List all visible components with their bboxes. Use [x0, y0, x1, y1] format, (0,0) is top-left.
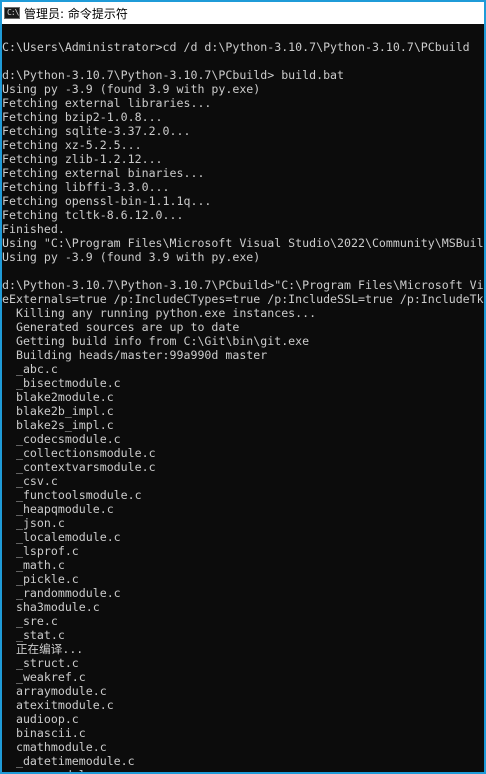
console-line: _lsprof.c [2, 544, 79, 558]
console-line: Killing any running python.exe instances… [2, 306, 317, 320]
console-line: Fetching openssl-bin-1.1.1q... [2, 194, 212, 208]
title-bar[interactable]: C:\ 管理员: 命令提示符 [2, 2, 484, 24]
console-line: blake2module.c [2, 390, 114, 404]
console-line: Fetching external libraries... [2, 96, 212, 110]
console-line: _localemodule.c [2, 530, 121, 544]
console-line: _math.c [2, 558, 65, 572]
console-line: _randommodule.c [2, 586, 121, 600]
console-line: sha3module.c [2, 600, 100, 614]
console-line: _stat.c [2, 628, 65, 642]
console-line: _functoolsmodule.c [2, 488, 142, 502]
console-line: blake2b_impl.c [2, 404, 114, 418]
console-line: C:\Users\Administrator>cd /d d:\Python-3… [2, 40, 470, 54]
console-line: Using py -3.9 (found 3.9 with py.exe) [2, 250, 261, 264]
console-line: _sre.c [2, 614, 58, 628]
console-lines: C:\Users\Administrator>cd /d d:\Python-3… [2, 40, 484, 772]
console-line: _pickle.c [2, 572, 79, 586]
console-line: _csv.c [2, 474, 58, 488]
console-line: Fetching tcltk-8.6.12.0... [2, 208, 184, 222]
command-prompt-icon-text: C:\ [7, 8, 19, 17]
console-line: Getting build info from C:\Git\bin\git.e… [2, 334, 310, 348]
console-line: _collectionsmodule.c [2, 446, 156, 460]
console-line: audioop.c [2, 712, 79, 726]
console-line: Using "C:\Program Files\Microsoft Visual… [2, 236, 484, 250]
console-line: _json.c [2, 516, 65, 530]
console-line: _weakref.c [2, 670, 86, 684]
console-line: blake2s_impl.c [2, 418, 114, 432]
console-line: atexitmodule.c [2, 698, 114, 712]
console-line: errnomodule.c [2, 768, 484, 772]
console-line: 正在编译... [2, 642, 84, 656]
console-line: _codecsmodule.c [2, 432, 121, 446]
console-line: Building heads/master:99a990d master [2, 348, 268, 362]
console-line: cmathmodule.c [2, 740, 107, 754]
window-title: 管理员: 命令提示符 [24, 6, 128, 21]
console-line: _datetimemodule.c [2, 754, 135, 768]
console-output[interactable]: C:\Users\Administrator>cd /d d:\Python-3… [2, 24, 484, 772]
console-line: binascii.c [2, 726, 86, 740]
console-line: Fetching libffi-3.3.0... [2, 180, 170, 194]
console-line: d:\Python-3.10.7\Python-3.10.7\PCbuild> … [2, 68, 345, 82]
console-line: _bisectmodule.c [2, 376, 121, 390]
console-line: eExternals=true /p:IncludeCTypes=true /p… [2, 292, 484, 306]
console-line: _contextvarsmodule.c [2, 460, 156, 474]
console-line: Fetching bzip2-1.0.8... [2, 110, 163, 124]
console-line: Fetching sqlite-3.37.2.0... [2, 124, 191, 138]
console-line: d:\Python-3.10.7\Python-3.10.7\PCbuild>"… [2, 278, 484, 292]
command-prompt-window[interactable]: C:\ 管理员: 命令提示符 C:\Users\Administrator>cd… [0, 0, 486, 774]
command-prompt-icon: C:\ [4, 7, 20, 19]
console-line: Generated sources are up to date [2, 320, 240, 334]
console-line: Fetching external binaries... [2, 166, 205, 180]
console-line: Finished. [2, 222, 65, 236]
console-line: Using py -3.9 (found 3.9 with py.exe) [2, 82, 261, 96]
console-line: arraymodule.c [2, 684, 107, 698]
console-line: Fetching zlib-1.2.12... [2, 152, 163, 166]
console-line: _struct.c [2, 656, 79, 670]
console-line: _abc.c [2, 362, 58, 376]
console-line: Fetching xz-5.2.5... [2, 138, 142, 152]
console-line: _heapqmodule.c [2, 502, 114, 516]
